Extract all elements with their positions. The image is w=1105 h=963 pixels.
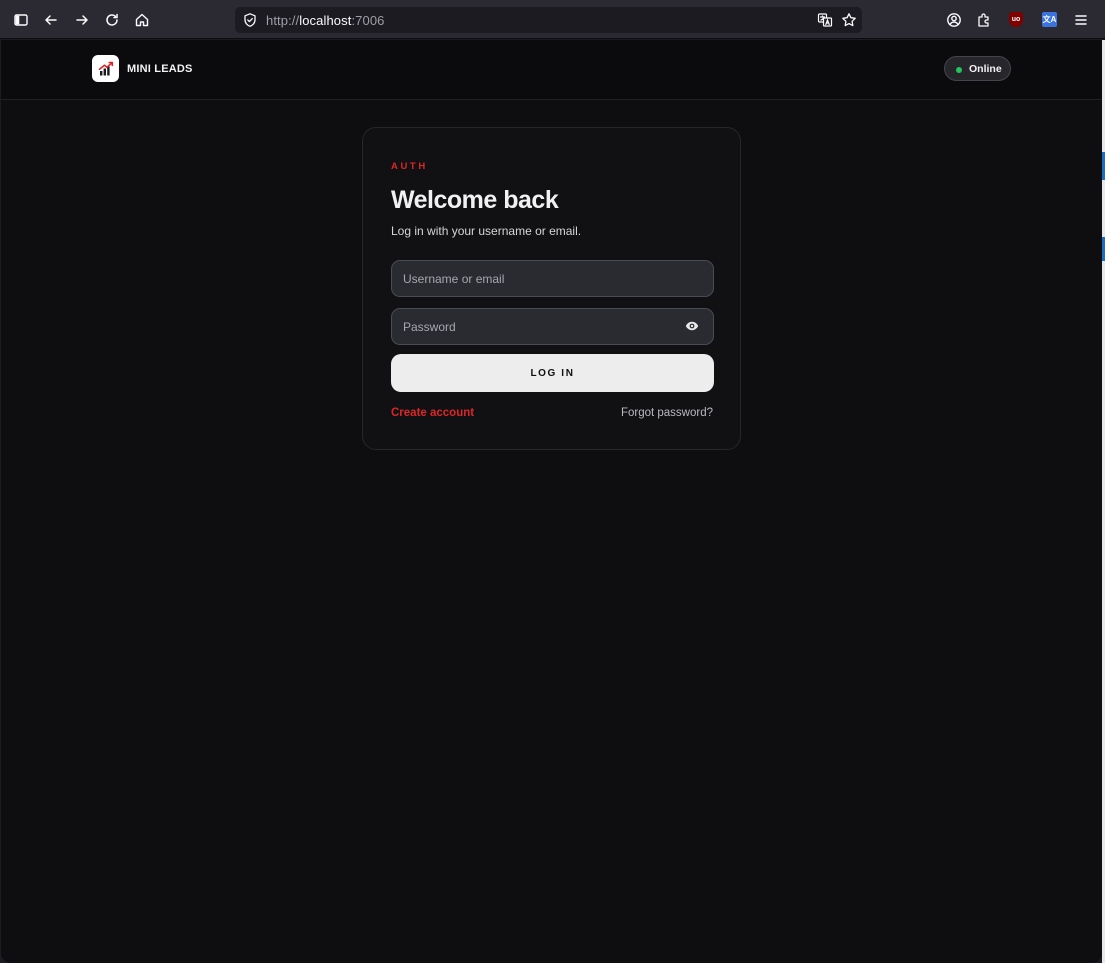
brand-logo-icon[interactable] bbox=[92, 55, 119, 82]
browser-toolbar: http://localhost:7006 uo 文A bbox=[0, 0, 1105, 39]
status-dot-icon bbox=[956, 67, 962, 73]
url-bar[interactable]: http://localhost:7006 bbox=[235, 7, 862, 33]
shield-icon[interactable] bbox=[242, 12, 258, 28]
show-password-eye-icon[interactable] bbox=[684, 319, 700, 333]
url-text[interactable]: http://localhost:7006 bbox=[266, 13, 385, 28]
reload-icon[interactable] bbox=[99, 7, 125, 33]
back-icon[interactable] bbox=[38, 7, 64, 33]
brand-name: MINI LEADS bbox=[127, 63, 193, 75]
status-label: Online bbox=[969, 63, 1002, 75]
page-viewport: MINI LEADS Online AUTH Welcome back Log … bbox=[1, 40, 1102, 963]
forgot-password-link[interactable]: Forgot password? bbox=[621, 407, 713, 419]
menu-icon[interactable] bbox=[1068, 7, 1094, 33]
create-account-link[interactable]: Create account bbox=[391, 407, 474, 419]
translate-icon[interactable] bbox=[817, 12, 833, 28]
username-input[interactable] bbox=[391, 260, 714, 297]
status-badge: Online bbox=[944, 56, 1011, 81]
home-icon[interactable] bbox=[129, 7, 155, 33]
account-icon[interactable] bbox=[941, 7, 967, 33]
auth-card: AUTH Welcome back Log in with your usern… bbox=[362, 127, 741, 450]
auth-eyebrow: AUTH bbox=[391, 161, 428, 172]
page-title: Welcome back bbox=[391, 186, 559, 214]
login-button[interactable]: LOG IN bbox=[391, 354, 714, 392]
password-input[interactable] bbox=[391, 308, 714, 345]
translate-extension-icon[interactable]: 文A bbox=[1042, 12, 1057, 27]
app-header: MINI LEADS Online bbox=[1, 40, 1102, 100]
ublock-icon[interactable]: uo bbox=[1009, 12, 1023, 27]
sidebar-toggle-icon[interactable] bbox=[8, 7, 34, 33]
forward-icon[interactable] bbox=[69, 7, 95, 33]
page-subtitle: Log in with your username or email. bbox=[391, 224, 582, 238]
bookmark-star-icon[interactable] bbox=[841, 12, 857, 28]
extensions-icon[interactable] bbox=[971, 7, 997, 33]
